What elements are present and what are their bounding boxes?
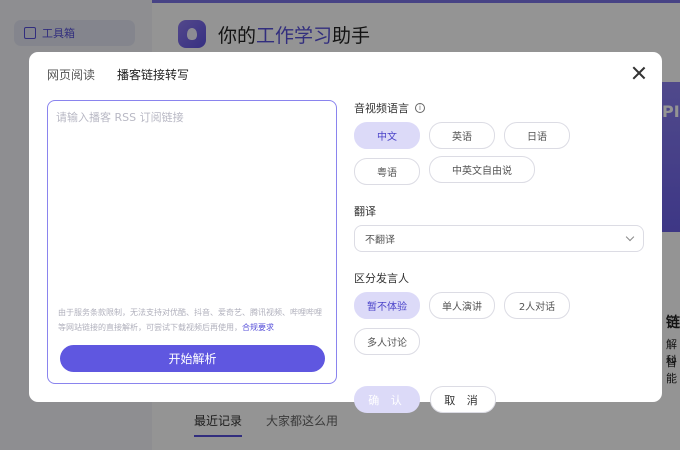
cancel-button[interactable]: 取 消	[430, 386, 496, 413]
confirm-button[interactable]: 确 认	[354, 386, 420, 413]
options-panel: 音视频语言 i 中文 英语 日语 粤语 中英文自由说 翻译 不翻译 区分发言人 …	[354, 100, 644, 413]
speaker-option-multi[interactable]: 多人讨论	[354, 328, 420, 355]
language-label: 音视频语言 i	[354, 100, 644, 116]
chevron-down-icon	[625, 232, 635, 242]
speaker-options: 暂不体验 单人演讲 2人对话 多人讨论	[354, 292, 644, 355]
dialog-tabs: 网页阅读 播客链接转写	[47, 66, 189, 104]
language-label-text: 音视频语言	[354, 102, 409, 115]
info-icon[interactable]: i	[415, 103, 425, 113]
tab-podcast-transcribe[interactable]: 播客链接转写	[117, 66, 189, 104]
rss-input-panel: 由于服务条款限制，无法支持对优酷、抖音、爱奇艺、腾讯视频、哔哩哔哩等网站链接的直…	[47, 100, 337, 384]
speaker-option-two[interactable]: 2人对话	[504, 292, 570, 319]
translation-select[interactable]: 不翻译	[354, 225, 644, 252]
language-options: 中文 英语 日语 粤语 中英文自由说	[354, 122, 644, 185]
language-option-mixed[interactable]: 中英文自由说	[429, 156, 535, 183]
compliance-notice: 由于服务条款限制，无法支持对优酷、抖音、爱奇艺、腾讯视频、哔哩哔哩等网站链接的直…	[58, 305, 328, 335]
language-option-cantonese[interactable]: 粤语	[354, 158, 420, 185]
rss-link-input[interactable]	[56, 109, 328, 299]
speaker-option-skip[interactable]: 暂不体验	[354, 292, 420, 319]
speaker-option-single[interactable]: 单人演讲	[429, 292, 495, 319]
start-parse-button[interactable]: 开始解析	[60, 345, 325, 372]
translation-label: 翻译	[354, 205, 376, 218]
close-icon[interactable]	[632, 66, 646, 80]
language-option-japanese[interactable]: 日语	[504, 122, 570, 149]
notice-text: 由于服务条款限制，无法支持对优酷、抖音、爱奇艺、腾讯视频、哔哩哔哩等网站链接的直…	[58, 308, 322, 332]
language-option-chinese[interactable]: 中文	[354, 122, 420, 149]
speaker-label: 区分发言人	[354, 272, 409, 285]
language-option-english[interactable]: 英语	[429, 122, 495, 149]
dialog-actions: 确 认 取 消	[354, 386, 644, 413]
translation-value: 不翻译	[365, 235, 395, 246]
podcast-transcribe-dialog: 网页阅读 播客链接转写 由于服务条款限制，无法支持对优酷、抖音、爱奇艺、腾讯视频…	[29, 52, 662, 413]
compliance-link[interactable]: 合规要求	[242, 323, 274, 332]
tab-web-reading[interactable]: 网页阅读	[47, 66, 95, 90]
